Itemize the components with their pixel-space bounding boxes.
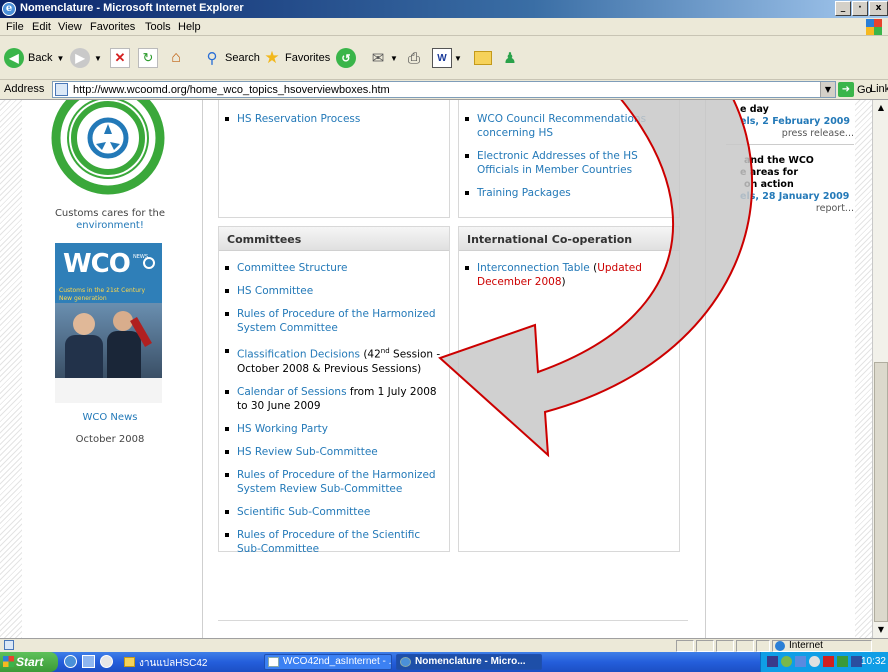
messenger-icon: ♟ — [503, 50, 517, 67]
history-icon: ↺ — [336, 48, 356, 68]
links-button[interactable]: Links — [870, 83, 888, 95]
scroll-thumb[interactable] — [874, 362, 888, 622]
refresh-icon: ↻ — [138, 48, 158, 68]
home-icon: ⌂ — [171, 49, 181, 66]
page-content: Customs cares for the environment! WCO N… — [0, 100, 872, 638]
back-label: Back — [28, 52, 53, 64]
status-segment — [736, 640, 754, 652]
menu-favorites[interactable]: Favorites — [90, 21, 135, 33]
system-tray: 10:32 — [760, 652, 888, 672]
windows-flag-icon — [866, 19, 882, 35]
vertical-scrollbar[interactable]: ▲ ▼ — [872, 100, 888, 638]
edit-dropdown-icon: ▼ — [454, 53, 462, 63]
status-segment — [756, 640, 770, 652]
go-arrow-icon: ➜ — [838, 82, 854, 97]
forward-dropdown-icon: ▼ — [94, 53, 102, 63]
start-button[interactable]: Start — [0, 652, 58, 672]
search-icon: ⚲ — [206, 50, 218, 67]
history-button[interactable]: ↺ — [336, 46, 356, 70]
windows-flag-icon — [3, 656, 14, 667]
status-segment — [676, 640, 694, 652]
tray-icon[interactable] — [781, 656, 792, 667]
folder-icon — [474, 51, 492, 65]
messenger-button[interactable]: ♟ — [500, 46, 520, 70]
status-zone: Internet — [772, 640, 872, 652]
favorites-label: Favorites — [285, 52, 331, 64]
menu-edit[interactable]: Edit — [32, 21, 51, 33]
address-dropdown-icon[interactable]: ▼ — [820, 82, 835, 97]
menu-file[interactable]: File — [6, 21, 24, 33]
tray-icon[interactable] — [809, 656, 820, 667]
taskbar: Start งานแปลHSC42 WCO42nd_asInternet - .… — [0, 652, 888, 672]
quicklaunch-media-icon[interactable] — [100, 655, 113, 668]
back-dropdown-icon: ▼ — [56, 53, 65, 63]
menu-bar: File Edit View Favorites Tools Help — [0, 18, 888, 36]
menu-view[interactable]: View — [58, 21, 82, 33]
minimize-button[interactable]: _ — [835, 1, 851, 16]
ie-icon — [400, 657, 411, 667]
task-label: WCO42nd_asInternet - ... — [283, 656, 392, 667]
start-label: Start — [16, 655, 44, 669]
word-doc-icon — [268, 657, 279, 667]
language-tray-icon[interactable] — [767, 656, 778, 667]
taskbar-item-word[interactable]: WCO42nd_asInternet - ... — [264, 654, 392, 670]
mail-button[interactable]: ✉ ▼ — [368, 46, 398, 70]
network-tray-icon[interactable] — [795, 656, 806, 667]
annotation-arrow — [438, 100, 754, 458]
back-arrow-icon: ◀ — [4, 48, 24, 68]
mail-dropdown-icon: ▼ — [390, 53, 398, 63]
menu-help[interactable]: Help — [178, 21, 201, 33]
status-bar: Internet — [0, 638, 888, 652]
search-button[interactable]: ⚲ Search — [202, 46, 260, 70]
quicklaunch-desktop-icon[interactable] — [82, 655, 95, 668]
status-page-icon — [4, 640, 14, 650]
scroll-down-icon[interactable]: ▼ — [874, 623, 888, 637]
taskbar-item-ie[interactable]: Nomenclature - Micro... — [396, 654, 542, 670]
window-title: Nomenclature - Microsoft Internet Explor… — [20, 2, 244, 14]
zone-label: Internet — [789, 640, 823, 651]
maximize-button[interactable]: · — [852, 1, 868, 16]
task-label: Nomenclature - Micro... — [415, 656, 526, 667]
globe-icon — [775, 641, 785, 651]
forward-button[interactable]: ▶ ▼ — [70, 46, 102, 70]
stop-icon: ✕ — [110, 48, 130, 68]
antivirus-tray-icon[interactable] — [823, 656, 834, 667]
ie-logo-icon: e — [2, 2, 16, 16]
taskbar-item-folder[interactable]: งานแปลHSC42 — [120, 654, 258, 670]
arrow-shape — [438, 100, 754, 458]
status-segment — [716, 640, 734, 652]
address-field[interactable]: http://www.wcoomd.org/home_wco_topics_hs… — [52, 81, 836, 98]
address-label: Address — [4, 83, 45, 95]
toolbar: ◀ Back ▼ ▶ ▼ ✕ ↻ ⌂ ⚲ Search ★ Favorites … — [0, 36, 888, 80]
favorites-star-icon: ★ — [264, 48, 280, 67]
word-edit-icon: W — [432, 48, 452, 68]
go-button[interactable]: ➜ Go — [838, 82, 872, 97]
title-bar: e Nomenclature - Microsoft Internet Expl… — [0, 0, 888, 18]
page-icon — [55, 83, 68, 96]
quicklaunch-ie-icon[interactable] — [64, 655, 77, 668]
close-button[interactable]: x — [869, 1, 888, 16]
stop-button[interactable]: ✕ — [110, 46, 130, 70]
print-button[interactable]: ⎙ — [404, 46, 424, 70]
scroll-up-icon[interactable]: ▲ — [874, 101, 888, 115]
status-segment — [696, 640, 714, 652]
search-label: Search — [225, 52, 260, 64]
address-bar: Address http://www.wcoomd.org/home_wco_t… — [0, 80, 888, 100]
folder-icon — [124, 657, 135, 667]
favorites-button[interactable]: ★ Favorites — [262, 46, 330, 70]
clock: 10:32 — [860, 656, 886, 667]
task-label: งานแปลHSC42 — [139, 658, 208, 669]
menu-tools[interactable]: Tools — [145, 21, 171, 33]
print-icon: ⎙ — [407, 49, 420, 67]
address-url[interactable]: http://www.wcoomd.org/home_wco_topics_hs… — [73, 84, 390, 96]
edit-button[interactable]: W ▼ — [432, 46, 462, 70]
mail-icon: ✉ — [371, 50, 385, 67]
refresh-button[interactable]: ↻ — [138, 46, 158, 70]
home-button[interactable]: ⌂ — [166, 46, 186, 70]
folder-button[interactable] — [474, 46, 492, 70]
forward-arrow-icon: ▶ — [70, 48, 90, 68]
tray-icon[interactable] — [837, 656, 848, 667]
back-button[interactable]: ◀ Back ▼ — [4, 46, 64, 70]
